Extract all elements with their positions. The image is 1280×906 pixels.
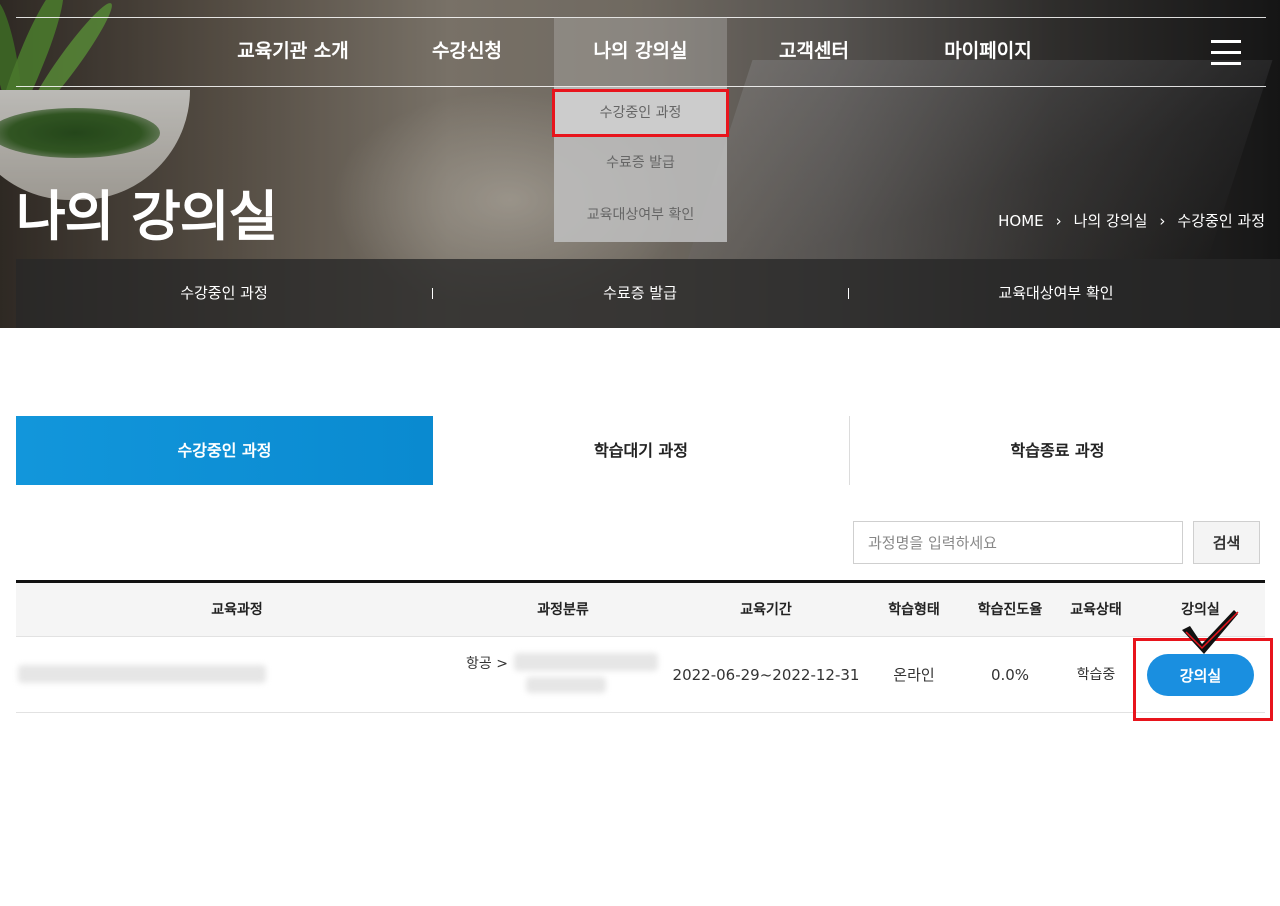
nav-item-institution[interactable]: 교육기관 소개: [215, 17, 371, 86]
nav-item-mypage[interactable]: 마이페이지: [918, 17, 1058, 86]
dropdown-item-in-progress[interactable]: 수강중인 과정: [552, 89, 729, 137]
course-status: 학습중: [1076, 667, 1116, 683]
sub-nav: 수강중인 과정 수료증 발급 교육대상여부 확인: [16, 259, 1280, 328]
nav-item-customer-center[interactable]: 고객센터: [747, 17, 881, 86]
dropdown-item-eligibility[interactable]: 교육대상여부 확인: [554, 191, 727, 239]
tab-in-progress[interactable]: 수강중인 과정: [16, 416, 433, 485]
nav-dropdown-menu: 수강중인 과정 수료증 발급 교육대상여부 확인: [552, 87, 729, 242]
tab-finished[interactable]: 학습종료 과정: [850, 416, 1265, 485]
category-prefix: 항공 >: [466, 656, 508, 672]
chevron-right-icon: ›: [1159, 211, 1166, 230]
subnav-item-certificate[interactable]: 수료증 발급: [432, 259, 848, 328]
th-course: 교육과정: [211, 602, 263, 618]
main-nav: 교육기관 소개 수강신청 나의 강의실 고객센터 마이페이지: [0, 17, 1280, 86]
page-title: 나의 강의실: [16, 185, 278, 248]
dropdown-item-certificate[interactable]: 수료증 발급: [554, 139, 727, 187]
breadcrumb-my-classroom[interactable]: 나의 강의실: [1074, 210, 1148, 231]
course-progress: 0.0%: [990, 666, 1030, 684]
search-button[interactable]: 검색: [1193, 521, 1260, 564]
table-row: 항공 > 2022-06-29~2022-12-31 온라인 0.0% 학습중: [16, 637, 1265, 713]
th-type: 학습형태: [888, 602, 940, 618]
breadcrumb-current[interactable]: 수강중인 과정: [1177, 210, 1265, 231]
table-header: 교육과정 과정분류 교육기간 학습형태 학습진도율 교육상태 강의실: [16, 580, 1265, 637]
search-input[interactable]: [853, 521, 1183, 564]
th-status: 교육상태: [1070, 602, 1122, 618]
breadcrumb: HOME › 나의 강의실 › 수강중인 과정: [998, 210, 1265, 231]
nav-item-registration[interactable]: 수강신청: [400, 17, 534, 86]
breadcrumb-home[interactable]: HOME: [998, 212, 1044, 230]
hero-banner: 교육기관 소개 수강신청 나의 강의실 고객센터 마이페이지 나의 강의실 HO…: [0, 0, 1280, 328]
course-tabs: 수강중인 과정 학습대기 과정 학습종료 과정: [16, 416, 1265, 485]
th-category: 과정분류: [537, 602, 589, 618]
th-progress: 학습진도율: [977, 602, 1043, 618]
subnav-item-in-progress[interactable]: 수강중인 과정: [16, 259, 432, 328]
course-name-redacted: [18, 665, 266, 683]
checkmark-icon: [1182, 610, 1239, 654]
category-redacted: [526, 677, 606, 693]
th-period: 교육기간: [740, 602, 792, 618]
nav-item-my-classroom[interactable]: 나의 강의실: [554, 17, 727, 86]
course-period: 2022-06-29~2022-12-31: [672, 666, 860, 684]
subnav-item-eligibility[interactable]: 교육대상여부 확인: [848, 259, 1264, 328]
category-redacted: [514, 653, 658, 671]
chevron-right-icon: ›: [1055, 211, 1062, 230]
hamburger-icon[interactable]: [1211, 40, 1241, 66]
tab-waiting[interactable]: 학습대기 과정: [433, 416, 850, 485]
course-type: 온라인: [893, 666, 935, 684]
